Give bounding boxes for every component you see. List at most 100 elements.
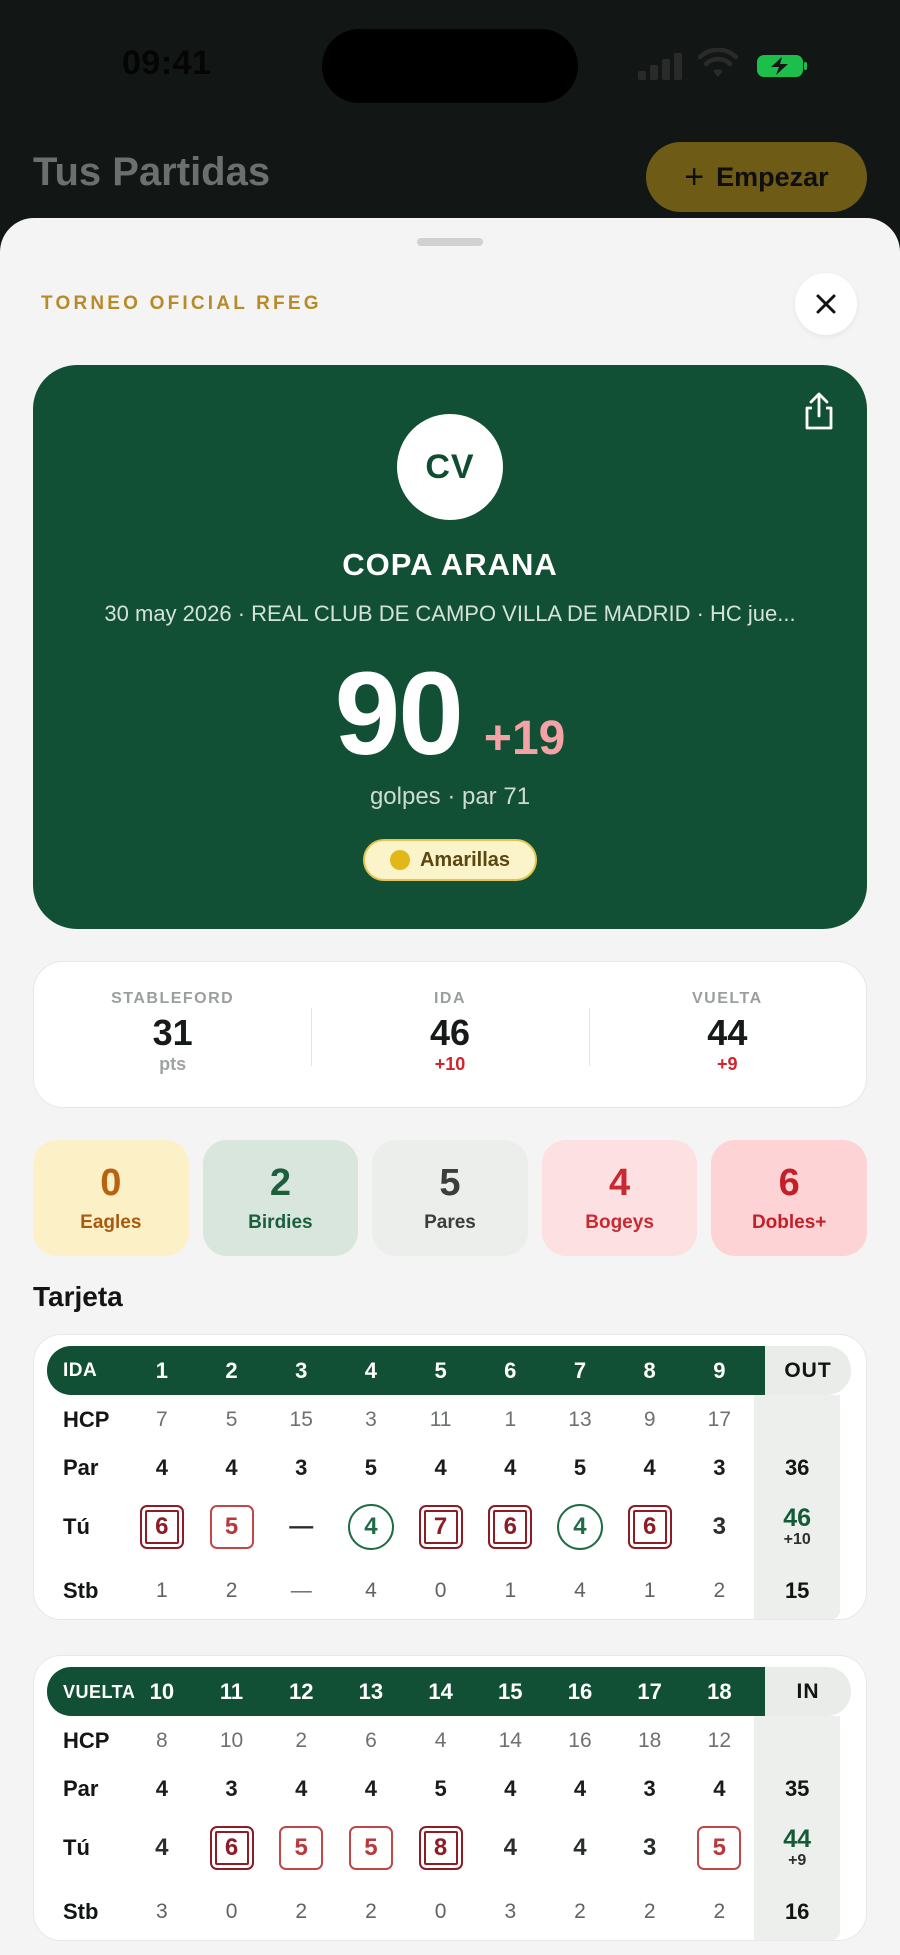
summary-sub: pts [159,1053,187,1074]
summary-value: 44 [707,1012,748,1053]
chip-count: 6 [778,1162,800,1204]
summary-label: STABLEFORD [111,990,235,1007]
stb-total: 15 [754,1563,841,1619]
par-cell: 4 [573,1776,587,1801]
hole-number: 18 [707,1678,732,1704]
row-label: Stb [63,1899,99,1924]
hcp-total [754,1716,841,1766]
summary-sub: +10 [434,1053,466,1074]
stb-cell: 4 [365,1579,377,1602]
share-icon[interactable] [801,391,837,431]
strokes-par: 4 [573,1834,587,1861]
close-icon [816,294,836,314]
start-round-button[interactable]: + Empezar [646,142,867,212]
par-cell: 3 [225,1776,238,1801]
par-cell: 4 [155,1776,168,1801]
stb-total: 16 [754,1884,841,1940]
hcp-row: HCP 8 10 2 6 4 14 16 18 12 [47,1716,853,1766]
hcp-cell: 1 [504,1408,517,1431]
round-type-label: TORNEO OFICIAL RFEG [41,293,322,314]
strokes-total: 46 +10 [754,1491,841,1563]
stb-cell: 4 [574,1579,586,1602]
strokes-double-bogey: 6 [627,1505,672,1549]
hcp-cell: 7 [156,1408,168,1431]
cellular-signal-icon [638,52,684,80]
strokes-par: 4 [155,1834,169,1861]
row-label: Stb [63,1578,99,1603]
course-avatar: CV [397,414,503,520]
hcp-cell: 2 [295,1729,308,1752]
par-cell: 4 [504,1455,517,1480]
hcp-total [754,1395,841,1445]
strokes-total: 44 +9 [754,1812,841,1884]
row-label: Tú [63,1835,90,1860]
par-cell: 4 [504,1776,517,1801]
summary-value: 31 [152,1012,193,1053]
par-row: Par 4 3 4 4 5 4 4 3 4 35 [47,1766,853,1812]
nine-label: IDA [63,1360,98,1381]
round-details: 30 may 2026 · REAL CLUB DE CAMPO VILLA D… [104,601,796,626]
round-hero-card: CV COPA ARANA 30 may 2026 · REAL CLUB DE… [33,365,867,929]
par-cell: 4 [434,1455,447,1480]
chip-pares: 5 Pares [372,1140,528,1256]
hole-number: 10 [149,1678,175,1704]
strokes-bogey: 5 [279,1826,324,1870]
chip-count: 0 [100,1162,122,1204]
hole-number: 12 [288,1678,314,1704]
wifi-icon [698,48,738,77]
hcp-cell: 8 [156,1729,168,1752]
par-total: 36 [754,1445,841,1491]
hcp-cell: 16 [568,1729,592,1752]
hole-number: 2 [225,1357,238,1383]
summary-label: IDA [433,990,467,1007]
hcp-cell: 14 [498,1729,522,1752]
summary-ida: IDA 46 +10 [311,962,588,1107]
hole-number: 4 [364,1357,378,1383]
battery-charging-icon [757,55,807,77]
hole-number: 7 [573,1357,587,1383]
chip-count: 2 [269,1162,291,1204]
chip-bogeys: 4 Bogeys [541,1140,698,1256]
hole-number: 16 [567,1678,593,1704]
stableford-row: Stb 1 2 — 4 0 1 4 1 2 15 [47,1563,853,1619]
par-cell: 4 [225,1455,238,1480]
hcp-cell: 6 [365,1729,377,1752]
close-button[interactable] [795,273,857,335]
total-column-label: OUT [765,1346,851,1395]
scorecard-back-nine: VUELTA 10 11 12 13 14 15 16 17 18 IN HCP… [33,1655,867,1941]
stb-cell: 1 [504,1579,517,1602]
row-label: Par [63,1776,99,1801]
sheet-drag-handle[interactable] [417,238,483,246]
scorecard-front-nine: IDA 1 2 3 4 5 6 7 8 9 OUT HCP 7 5 15 3 1… [33,1334,867,1620]
chip-label: Dobles+ [751,1212,827,1233]
stb-cell: 2 [643,1900,656,1923]
stb-cell: 1 [156,1579,168,1602]
total-score: 90 +19 [33,655,867,773]
stb-cell: 2 [713,1900,726,1923]
strokes-row: Tú 6 5 — 4 7 6 4 6 3 46 +10 [47,1491,853,1563]
score-note: golpes · par 71 [369,783,531,810]
tee-label: Amarillas [419,848,511,871]
strokes-birdie: 4 [556,1504,603,1550]
stb-cell: 0 [434,1579,447,1602]
hcp-cell: 9 [643,1408,656,1431]
chip-birdies: 2 Birdies [202,1140,359,1256]
summary-label: VUELTA [692,990,763,1007]
strokes-total-value: 46 [783,1503,812,1532]
hcp-cell: 15 [289,1408,313,1431]
total-column-label: IN [765,1667,851,1716]
chip-dobles: 6 Dobles+ [711,1140,867,1256]
stableford-row: Stb 3 0 2 2 0 3 2 2 2 16 [47,1884,853,1940]
strokes-none: — [289,1513,314,1540]
chip-count: 4 [609,1162,631,1204]
hcp-cell: 13 [568,1408,592,1431]
par-cell: 5 [364,1455,378,1480]
dynamic-island [322,29,578,103]
hcp-cell: 12 [707,1729,732,1752]
hole-number: 3 [295,1357,308,1383]
par-cell: 4 [295,1776,308,1801]
stb-cell: 0 [225,1900,238,1923]
stb-cell: 2 [574,1900,586,1923]
row-label: Tú [63,1514,90,1539]
tee-color-dot [389,850,410,870]
